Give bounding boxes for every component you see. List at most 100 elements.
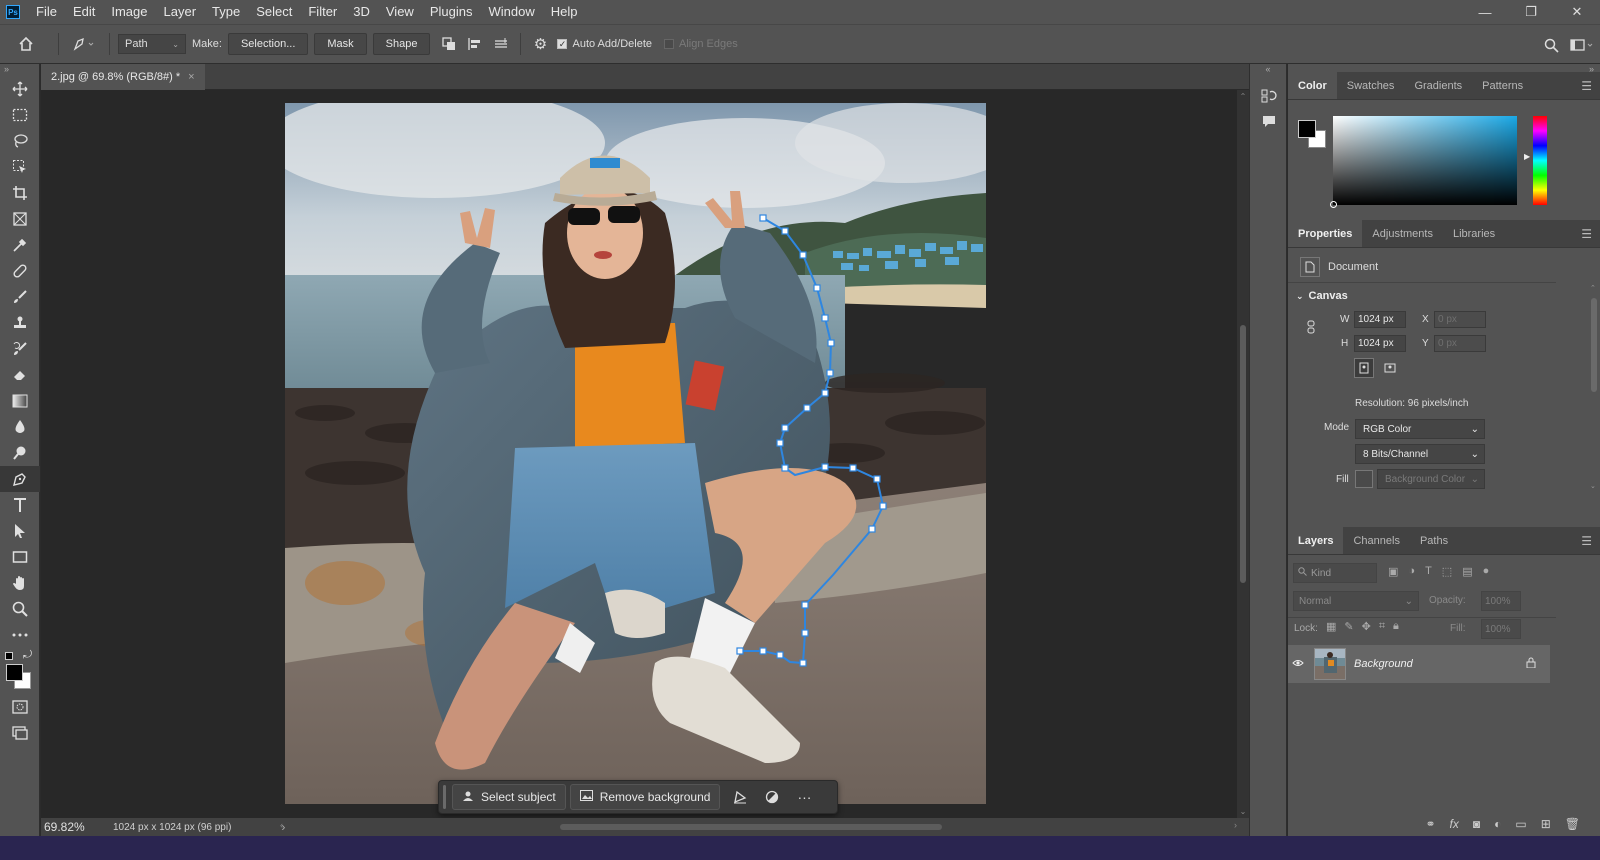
delete-layer-icon[interactable]: 🗑︎	[1565, 817, 1580, 831]
tab-patterns[interactable]: Patterns	[1472, 72, 1533, 99]
healing-brush-tool-icon[interactable]	[0, 258, 40, 284]
lock-position-icon[interactable]: ✥	[1362, 620, 1371, 633]
crop-tool-icon[interactable]	[0, 180, 40, 206]
foreground-color-swatch[interactable]	[1298, 120, 1316, 138]
horizontal-scrollbar[interactable]: ‹ ›	[280, 818, 1237, 836]
hue-slider-marker-icon[interactable]: ▶	[1524, 152, 1530, 161]
menu-3d[interactable]: 3D	[345, 0, 378, 24]
clone-stamp-tool-icon[interactable]	[0, 310, 40, 336]
tab-channels[interactable]: Channels	[1343, 527, 1409, 554]
select-subject-button[interactable]: Select subject	[452, 784, 566, 810]
menu-window[interactable]: Window	[480, 0, 542, 24]
transform-icon[interactable]	[724, 784, 756, 810]
screen-mode-icon[interactable]	[0, 720, 40, 746]
lock-all-icon[interactable]: 🔒︎	[1393, 620, 1399, 633]
lock-transparent-pixels-icon[interactable]: ▦	[1326, 620, 1336, 633]
brush-tool-icon[interactable]	[0, 284, 40, 310]
opacity-input[interactable]: 100%	[1481, 591, 1521, 611]
hand-tool-icon[interactable]	[0, 570, 40, 596]
canvas-area[interactable]: Select subject Remove background ···	[41, 90, 1237, 818]
scroll-up-icon[interactable]: ⌃	[1237, 92, 1249, 101]
panel-menu-icon[interactable]: ☰	[1581, 79, 1592, 93]
fill-select[interactable]: Background Color ⌄	[1377, 469, 1485, 489]
zoom-level[interactable]: 69.82%	[41, 820, 103, 834]
adjustment-filter-icon[interactable]: ◑	[1408, 565, 1415, 578]
menu-view[interactable]: View	[378, 0, 422, 24]
path-arrangement-icon[interactable]	[488, 31, 514, 57]
tab-libraries[interactable]: Libraries	[1443, 220, 1505, 247]
comments-icon[interactable]	[1250, 108, 1288, 134]
new-group-icon[interactable]: ▭	[1515, 817, 1526, 831]
menu-layer[interactable]: Layer	[156, 0, 205, 24]
menu-image[interactable]: Image	[103, 0, 155, 24]
y-input[interactable]: 0 px	[1434, 335, 1486, 352]
collapse-toolbar-icon[interactable]: »	[0, 64, 39, 76]
scroll-left-icon[interactable]: ‹	[280, 820, 283, 830]
make-shape-button[interactable]: Shape	[372, 33, 431, 55]
foreground-color-swatch[interactable]	[6, 664, 23, 681]
filter-toggle-icon[interactable]: ●	[1483, 565, 1490, 578]
close-window-button[interactable]: ✕	[1554, 0, 1600, 24]
pen-tool-icon[interactable]	[0, 466, 40, 492]
scroll-right-icon[interactable]: ›	[1234, 820, 1237, 830]
scrollbar-thumb[interactable]	[1240, 325, 1246, 583]
color-picker-handle[interactable]	[1330, 201, 1337, 208]
swap-colors-icon[interactable]: ⤾	[23, 649, 32, 662]
eyedropper-tool-icon[interactable]	[0, 232, 40, 258]
gear-icon[interactable]: ⚙	[527, 31, 553, 57]
fill-color-swatch[interactable]	[1355, 470, 1373, 488]
pen-mode-select[interactable]: Path ⌄	[118, 34, 186, 54]
link-layers-icon[interactable]: ⚭	[1425, 817, 1435, 831]
smart-object-filter-icon[interactable]: ▤	[1462, 565, 1472, 578]
new-layer-icon[interactable]: ⊞	[1541, 817, 1551, 831]
tab-paths[interactable]: Paths	[1410, 527, 1458, 554]
workspace-switcher-icon[interactable]	[1564, 32, 1600, 58]
remove-background-button[interactable]: Remove background	[569, 784, 721, 810]
pen-tool-preset-icon[interactable]	[65, 31, 103, 57]
type-filter-icon[interactable]: T	[1425, 565, 1432, 578]
more-tools-icon[interactable]	[0, 622, 40, 648]
menu-file[interactable]: File	[28, 0, 65, 24]
tab-adjustments[interactable]: Adjustments	[1362, 220, 1443, 247]
align-edges-checkbox[interactable]: Align Edges	[664, 38, 738, 50]
panel-menu-icon[interactable]: ☰	[1581, 534, 1592, 548]
lock-image-pixels-icon[interactable]: ✎	[1344, 620, 1353, 633]
tab-gradients[interactable]: Gradients	[1404, 72, 1472, 99]
layer-filter-kind-select[interactable]: Kind	[1293, 563, 1377, 583]
menu-select[interactable]: Select	[248, 0, 300, 24]
minimize-button[interactable]: —	[1462, 0, 1508, 24]
scroll-down-icon[interactable]: ⌄	[1590, 482, 1596, 490]
lasso-tool-icon[interactable]	[0, 128, 40, 154]
portrait-orientation-icon[interactable]	[1354, 358, 1374, 378]
object-selection-tool-icon[interactable]	[0, 154, 40, 180]
vertical-scrollbar[interactable]: ⌃ ⌄	[1237, 90, 1249, 818]
gradient-tool-icon[interactable]	[0, 388, 40, 414]
pixel-filter-icon[interactable]: ▣	[1388, 565, 1398, 578]
drag-handle[interactable]	[443, 785, 446, 809]
eye-visibility-icon[interactable]	[1288, 658, 1308, 670]
bit-depth-select[interactable]: 8 Bits/Channel ⌄	[1355, 444, 1485, 464]
color-picker-field[interactable]	[1330, 116, 1517, 208]
path-operations-icon[interactable]	[436, 31, 462, 57]
scrollbar-thumb[interactable]	[560, 824, 942, 830]
quick-mask-icon[interactable]	[0, 694, 40, 720]
menu-filter[interactable]: Filter	[300, 0, 345, 24]
tab-color[interactable]: Color	[1288, 72, 1337, 99]
type-tool-icon[interactable]	[0, 492, 40, 518]
tab-properties[interactable]: Properties	[1288, 220, 1363, 247]
color-swatches[interactable]: ⤾	[0, 648, 39, 694]
landscape-orientation-icon[interactable]	[1380, 358, 1400, 378]
make-mask-button[interactable]: Mask	[314, 33, 367, 55]
height-input[interactable]: 1024 px	[1354, 335, 1406, 352]
fill-input[interactable]: 100%	[1481, 619, 1521, 639]
scrollbar-thumb[interactable]	[1591, 298, 1597, 392]
layer-style-icon[interactable]: fx	[1450, 817, 1459, 831]
default-colors-icon[interactable]	[5, 652, 13, 660]
path-selection-tool-icon[interactable]	[0, 518, 40, 544]
tab-layers[interactable]: Layers	[1288, 527, 1344, 554]
close-document-icon[interactable]: ×	[188, 71, 194, 83]
properties-scrollbar[interactable]: ⌃ ⌄	[1590, 284, 1598, 490]
history-brush-tool-icon[interactable]	[0, 336, 40, 362]
menu-help[interactable]: Help	[543, 0, 586, 24]
add-mask-icon[interactable]: ◙	[1473, 817, 1480, 831]
